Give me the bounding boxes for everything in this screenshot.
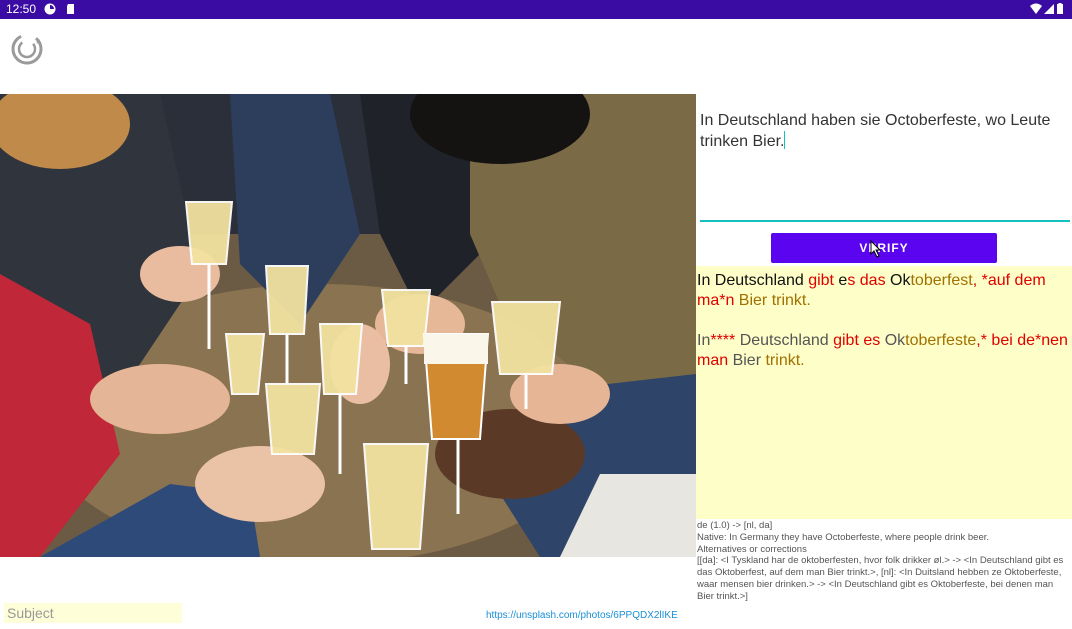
verify-button[interactable]: VERIFY (771, 233, 997, 263)
result-segment: In (697, 332, 711, 349)
correction-paragraph-1: In Deutschland gibt es das Oktoberfest, … (697, 271, 1069, 311)
subject-input[interactable] (4, 603, 182, 623)
correction-result-panel: In Deutschland gibt es das Oktoberfest, … (696, 266, 1072, 519)
signal-icon (1044, 4, 1054, 14)
result-segment: Ok (890, 272, 911, 289)
result-segment: trinkt. (765, 352, 805, 369)
mouse-cursor-icon (870, 240, 882, 258)
text-caret (784, 131, 786, 149)
translation-info: de (1.0) -> [nl, da] Native: In Germany … (697, 520, 1069, 603)
result-segment: gibt es (833, 332, 885, 349)
photo-credit-link[interactable]: https://unsplash.com/photos/6PPQDX2lIKE (486, 610, 678, 621)
oktoberfest-photo (0, 94, 696, 557)
status-time: 12:50 (6, 2, 37, 16)
result-segment: Ok (884, 332, 906, 349)
alternatives-heading: Alternatives or corrections (697, 543, 807, 555)
result-segment: Deutschland (739, 332, 834, 349)
refresh-app-icon[interactable] (10, 32, 44, 66)
sentence-input[interactable]: In Deutschland haben sie Octoberfeste, w… (700, 110, 1070, 152)
sentence-text: In Deutschland haben sie Octoberfeste, w… (700, 112, 1051, 150)
result-segment: gibt (808, 272, 834, 289)
result-segment: Bier trinkt. (738, 292, 811, 309)
alternatives-detail: [[da]: <I Tyskland har de oktoberfesten,… (697, 555, 1064, 602)
language-line: de (1.0) -> [nl, da] (697, 520, 773, 531)
result-segment: toberfeste (905, 332, 977, 349)
battery-icon (1057, 3, 1063, 14)
wifi-icon (1030, 3, 1042, 14)
sd-card-icon (67, 4, 74, 14)
result-segment: toberfest (910, 272, 973, 289)
result-segment: Bier (732, 352, 766, 369)
native-line: Native: In Germany they have Octoberfest… (697, 531, 990, 543)
result-segment: e (833, 272, 848, 289)
result-segment: **** (710, 332, 740, 349)
correction-paragraph-2: In**** Deutschland gibt es Oktoberfeste,… (697, 331, 1069, 371)
result-segment: s das (847, 272, 891, 289)
app-notification-icon (44, 3, 56, 15)
result-segment: In Deutschland (697, 272, 809, 289)
status-bar: 12:50 (0, 0, 1072, 19)
input-underline (700, 220, 1070, 222)
